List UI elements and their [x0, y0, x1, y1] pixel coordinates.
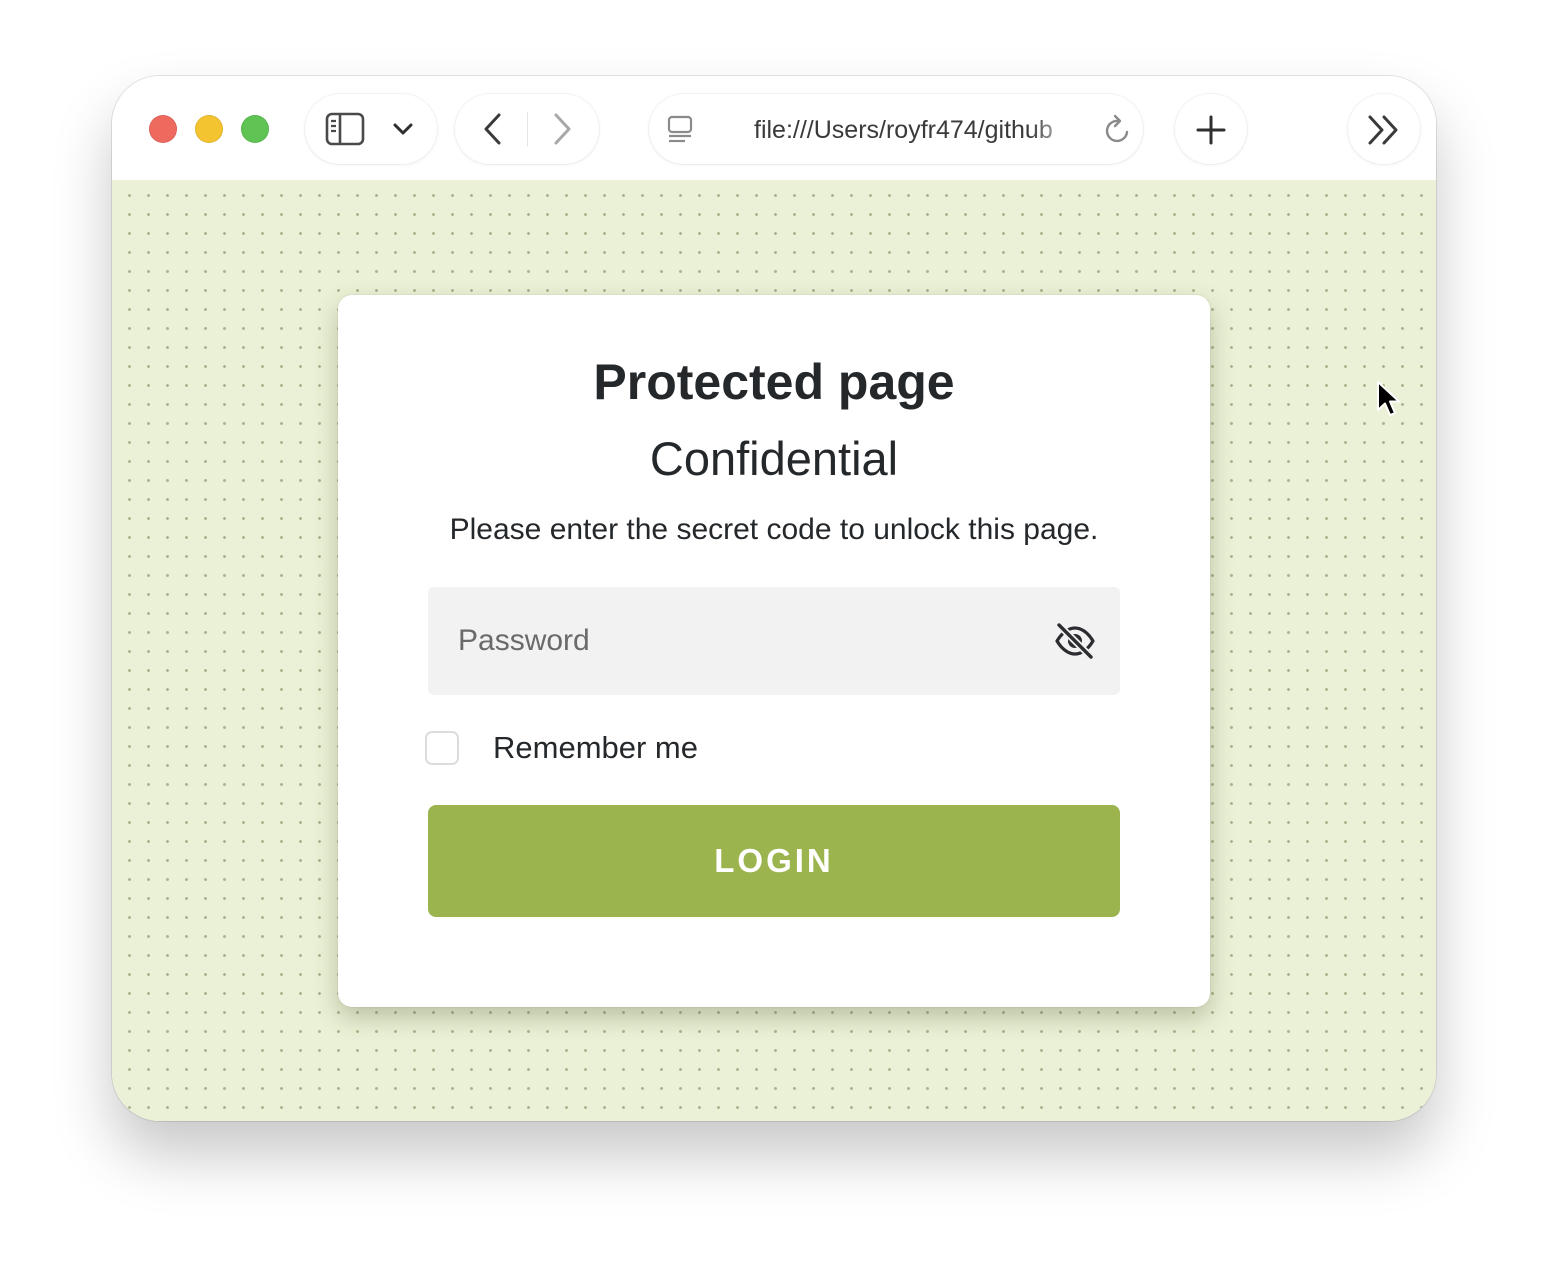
- chevron-left-icon[interactable]: [481, 112, 503, 146]
- page-icon[interactable]: [667, 115, 693, 145]
- chevron-right-icon[interactable]: [552, 112, 574, 146]
- page-title: Protected page: [593, 354, 955, 410]
- sidebar-icon[interactable]: [325, 112, 365, 146]
- password-input[interactable]: [428, 587, 1028, 695]
- chevron-down-icon[interactable]: [393, 122, 413, 136]
- browser-toolbar: file:///Users/royfr474/github: [112, 76, 1436, 180]
- navigation-control-group: [455, 94, 599, 164]
- close-window-button[interactable]: [149, 115, 177, 143]
- minimize-window-button[interactable]: [195, 115, 223, 143]
- browser-window: file:///Users/royfr474/github Protected …: [112, 76, 1436, 1121]
- login-card: Protected page Confidential Please enter…: [338, 295, 1210, 1007]
- mouse-cursor-icon: [1377, 381, 1400, 416]
- address-bar[interactable]: file:///Users/royfr474/github: [649, 94, 1143, 164]
- page-subtitle: Confidential: [649, 432, 899, 485]
- more-tabs-button[interactable]: [1348, 94, 1420, 164]
- login-button[interactable]: LOGIN: [428, 805, 1120, 917]
- url-text[interactable]: file:///Users/royfr474/github: [754, 115, 1076, 145]
- remember-me-label[interactable]: Remember me: [493, 727, 698, 769]
- sidebar-control-group: [305, 94, 437, 164]
- remember-me-checkbox[interactable]: [425, 731, 459, 765]
- password-field: [428, 587, 1120, 695]
- plus-icon: [1196, 115, 1226, 145]
- reload-icon[interactable]: [1103, 114, 1133, 146]
- double-chevron-right-icon: [1368, 115, 1398, 145]
- nav-divider: [527, 112, 528, 146]
- maximize-window-button[interactable]: [241, 115, 269, 143]
- new-tab-button[interactable]: [1175, 94, 1247, 164]
- eye-slash-icon[interactable]: [1054, 622, 1096, 660]
- unlock-instructions: Please enter the secret code to unlock t…: [449, 513, 1099, 546]
- page-content: Protected page Confidential Please enter…: [112, 180, 1436, 1121]
